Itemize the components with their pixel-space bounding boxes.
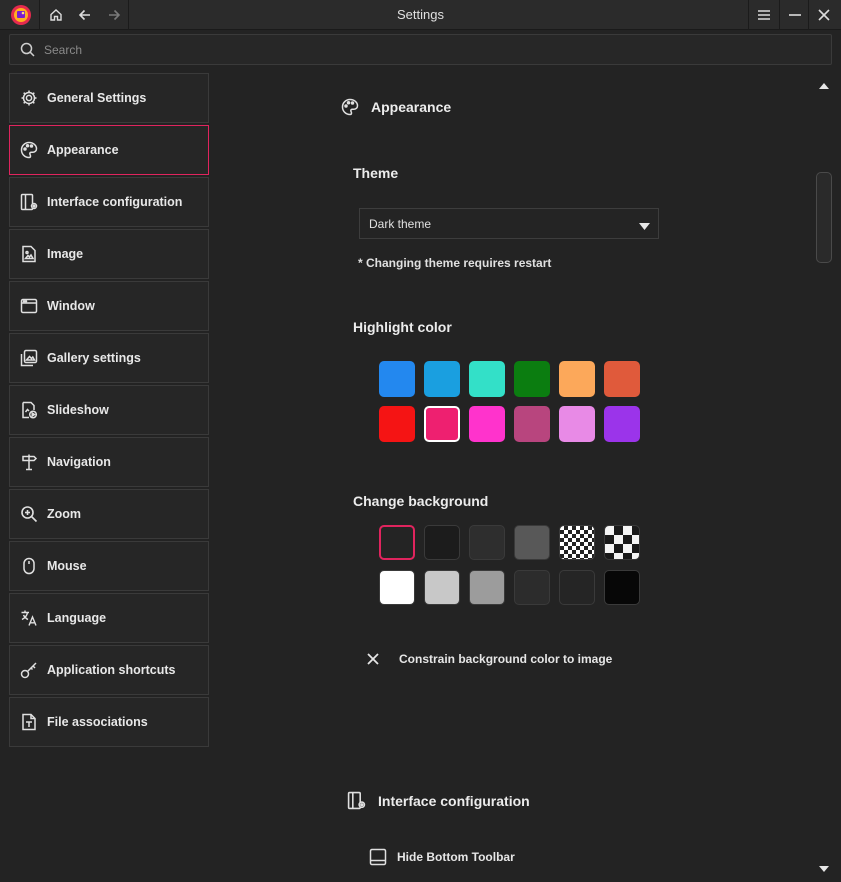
sidebar-item-file-associations[interactable]: File associations xyxy=(9,697,209,747)
scrollbar-thumb[interactable] xyxy=(816,172,832,263)
background-color-swatch[interactable] xyxy=(604,525,640,560)
change-background-label: Change background xyxy=(353,493,489,509)
app-logo-icon xyxy=(6,0,36,30)
scroll-up-arrow-icon[interactable] xyxy=(818,78,830,90)
window-icon xyxy=(19,296,39,316)
home-icon[interactable] xyxy=(42,0,70,30)
search-input[interactable] xyxy=(44,35,831,64)
sidebar-item-label: Language xyxy=(47,611,107,625)
close-icon xyxy=(367,653,379,665)
highlight-color-label: Highlight color xyxy=(353,319,452,335)
gallery-icon xyxy=(19,348,39,368)
settings-content: Appearance Theme Dark theme * Changing t… xyxy=(215,70,815,882)
sidebar-item-label: Navigation xyxy=(47,455,111,469)
file-icon xyxy=(19,712,39,732)
key-icon xyxy=(19,660,39,680)
theme-selected-value: Dark theme xyxy=(369,216,432,231)
interface-config-icon xyxy=(19,192,39,212)
theme-restart-note: * Changing theme requires restart xyxy=(358,256,552,270)
constrain-background-label: Constrain background color to image xyxy=(399,652,613,666)
background-color-swatch[interactable] xyxy=(379,525,415,560)
signpost-icon xyxy=(19,452,39,472)
highlight-color-swatch[interactable] xyxy=(469,361,505,397)
theme-label: Theme xyxy=(353,165,399,181)
toolbar-icon xyxy=(369,848,387,866)
mouse-icon xyxy=(19,556,39,576)
translate-icon xyxy=(19,608,39,628)
hide-bottom-toolbar-label: Hide Bottom Toolbar xyxy=(397,850,515,864)
sidebar-item-slideshow[interactable]: Slideshow xyxy=(9,385,209,435)
background-color-swatch[interactable] xyxy=(514,570,550,605)
chevron-down-icon xyxy=(639,220,650,234)
sidebar-item-general-settings[interactable]: General Settings xyxy=(9,73,209,123)
highlight-color-swatch[interactable] xyxy=(424,361,460,397)
appearance-section-heading: Appearance xyxy=(341,98,451,116)
highlight-color-swatch[interactable] xyxy=(424,406,460,442)
constrain-background-toggle[interactable]: Constrain background color to image xyxy=(367,652,612,666)
background-color-swatch[interactable] xyxy=(379,570,415,605)
section-title: Interface configuration xyxy=(378,792,530,809)
title-bar: Settings xyxy=(0,0,841,30)
background-color-swatch[interactable] xyxy=(559,525,595,560)
background-color-swatch[interactable] xyxy=(424,525,460,560)
highlight-color-swatch[interactable] xyxy=(559,406,595,442)
interface-section-heading: Interface configuration xyxy=(347,791,530,810)
highlight-color-swatch[interactable] xyxy=(379,361,415,397)
highlight-color-swatch[interactable] xyxy=(559,361,595,397)
highlight-color-swatch[interactable] xyxy=(379,406,415,442)
search-bar xyxy=(9,34,832,65)
background-color-swatch[interactable] xyxy=(469,525,505,560)
slideshow-icon xyxy=(19,400,39,420)
palette-icon xyxy=(341,98,359,116)
sidebar-item-label: Image xyxy=(47,247,84,261)
sidebar-item-application-shortcuts[interactable]: Application shortcuts xyxy=(9,645,209,695)
highlight-color-swatch[interactable] xyxy=(514,406,550,442)
settings-sidebar: General Settings Appearance Interface co… xyxy=(9,73,209,749)
sidebar-item-window[interactable]: Window xyxy=(9,281,209,331)
palette-icon xyxy=(19,140,39,160)
sidebar-item-appearance[interactable]: Appearance xyxy=(9,125,209,175)
highlight-color-swatch[interactable] xyxy=(514,361,550,397)
background-color-swatch[interactable] xyxy=(559,570,595,605)
interface-config-icon xyxy=(347,791,366,810)
sidebar-item-label: Mouse xyxy=(47,559,87,573)
zoom-icon xyxy=(19,504,39,524)
sidebar-item-navigation[interactable]: Navigation xyxy=(9,437,209,487)
sidebar-item-zoom[interactable]: Zoom xyxy=(9,489,209,539)
sidebar-item-label: General Settings xyxy=(47,91,147,105)
background-color-swatch[interactable] xyxy=(469,570,505,605)
scroll-down-arrow-icon[interactable] xyxy=(818,861,830,873)
sidebar-item-label: File associations xyxy=(47,715,148,729)
sidebar-item-gallery-settings[interactable]: Gallery settings xyxy=(9,333,209,383)
highlight-color-swatch[interactable] xyxy=(604,406,640,442)
background-color-swatch[interactable] xyxy=(604,570,640,605)
hamburger-menu-icon[interactable] xyxy=(750,0,778,30)
sidebar-item-label: Slideshow xyxy=(47,403,109,417)
sidebar-item-label: Gallery settings xyxy=(47,351,141,365)
sidebar-item-label: Appearance xyxy=(47,143,119,157)
hide-bottom-toolbar-toggle[interactable]: Hide Bottom Toolbar xyxy=(369,848,515,866)
sidebar-item-language[interactable]: Language xyxy=(9,593,209,643)
close-icon[interactable] xyxy=(810,0,838,30)
sidebar-item-image[interactable]: Image xyxy=(9,229,209,279)
gear-icon xyxy=(19,88,39,108)
highlight-color-swatch[interactable] xyxy=(469,406,505,442)
back-arrow-icon[interactable] xyxy=(71,0,99,30)
image-icon xyxy=(19,244,39,264)
theme-dropdown[interactable]: Dark theme xyxy=(359,208,659,239)
search-icon xyxy=(10,42,44,57)
sidebar-item-label: Window xyxy=(47,299,95,313)
minimize-icon[interactable] xyxy=(781,0,809,30)
sidebar-item-interface-configuration[interactable]: Interface configuration xyxy=(9,177,209,227)
sidebar-item-label: Application shortcuts xyxy=(47,663,176,677)
sidebar-item-label: Zoom xyxy=(47,507,82,521)
forward-arrow-icon[interactable] xyxy=(100,0,128,30)
background-color-swatch[interactable] xyxy=(424,570,460,605)
background-color-swatch[interactable] xyxy=(514,525,550,560)
sidebar-item-mouse[interactable]: Mouse xyxy=(9,541,209,591)
section-title: Appearance xyxy=(371,99,452,115)
sidebar-item-label: Interface configuration xyxy=(47,195,183,209)
highlight-color-swatch[interactable] xyxy=(604,361,640,397)
